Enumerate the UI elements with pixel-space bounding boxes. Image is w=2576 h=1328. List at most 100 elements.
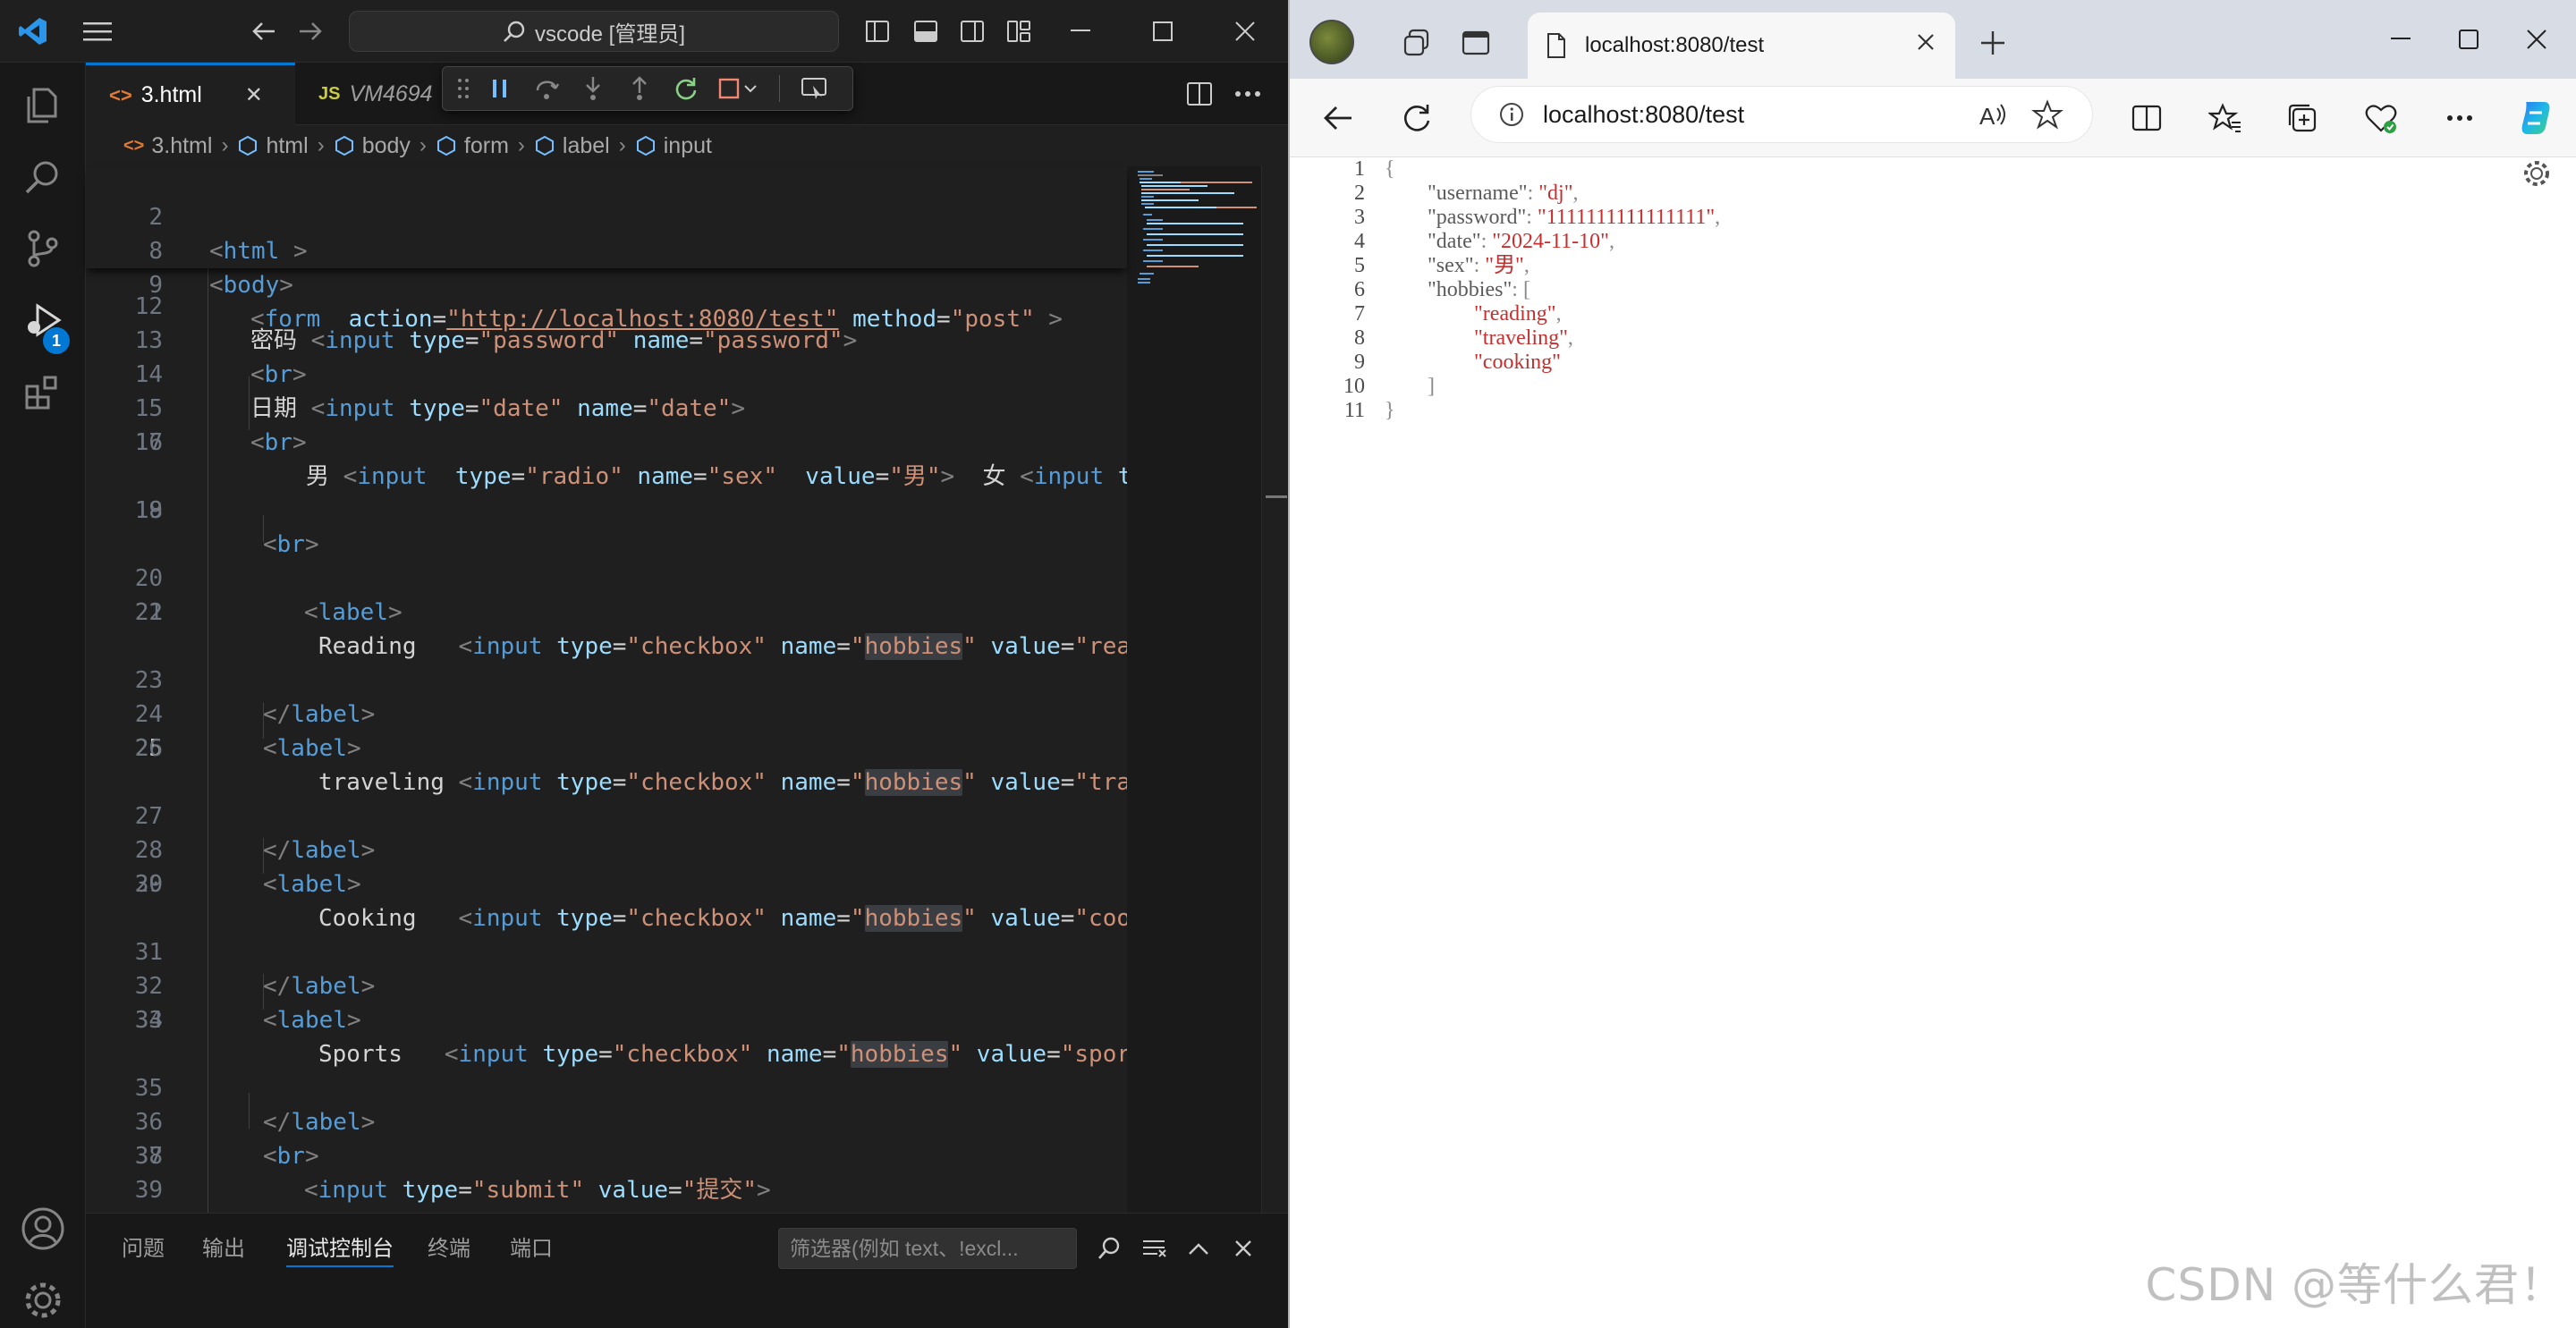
maximize-icon[interactable] — [1122, 0, 1204, 63]
back-arrow-icon[interactable] — [243, 11, 284, 52]
split-editor-icon[interactable] — [1179, 73, 1220, 114]
code-line: 27 </label> — [134, 803, 376, 864]
tab-actions-icon[interactable] — [1449, 16, 1503, 70]
command-center[interactable]: vscode [管理员] — [349, 11, 839, 52]
collections-icon[interactable] — [2275, 79, 2329, 157]
browser-essentials-icon[interactable] — [2354, 79, 2408, 157]
breadcrumb-item-file[interactable]: <> 3.html — [123, 133, 212, 159]
code-line: 20 <label> — [134, 565, 402, 626]
close-window-icon[interactable] — [2503, 0, 2571, 79]
step-into-icon[interactable] — [570, 66, 616, 111]
close-tab-icon[interactable] — [1916, 32, 1936, 52]
menu-icon[interactable] — [77, 11, 118, 52]
activity-bar: 1 — [0, 63, 86, 1328]
toggle-panel-icon[interactable] — [907, 11, 945, 52]
search-icon — [503, 20, 526, 43]
json-line: 4 "date": "2024-11-10", — [1354, 230, 1614, 253]
element-icon — [335, 135, 353, 156]
code-line: 34 — [134, 1007, 163, 1034]
page-icon — [1546, 32, 1567, 59]
back-arrow-icon[interactable] — [1311, 79, 1365, 157]
restart-icon[interactable] — [663, 66, 709, 111]
tab-output[interactable]: 输出 — [202, 1231, 245, 1267]
profile-avatar[interactable] — [1309, 20, 1354, 64]
stop-icon[interactable] — [709, 66, 768, 111]
toggle-secondary-sidebar-icon[interactable] — [953, 11, 991, 52]
info-icon[interactable] — [1498, 101, 1525, 128]
copilot-icon[interactable] — [2510, 79, 2563, 157]
refresh-icon[interactable] — [1390, 79, 1444, 157]
element-icon — [535, 135, 554, 156]
code-line-current: 25 traveling <input type="checkbox" name… — [134, 735, 1127, 796]
inspect-icon[interactable] — [791, 66, 837, 111]
vscode-window: vscode [管理员] 1 <> 3.html ✕ JS VM4694 <> … — [0, 0, 1288, 1328]
drag-handle-icon[interactable] — [450, 66, 477, 111]
clear-console-icon[interactable] — [1136, 1228, 1172, 1269]
minimap[interactable] — [1127, 166, 1261, 1213]
tab-3-html[interactable]: <> 3.html ✕ — [86, 63, 295, 125]
settings-gear-icon[interactable] — [2521, 157, 2556, 193]
address-bar[interactable]: localhost:8080/test A — [1470, 86, 2093, 143]
tab-label: VM4694 — [349, 80, 433, 106]
json-line: 9 "cooking" — [1354, 351, 1561, 374]
customize-layout-icon[interactable] — [1000, 11, 1038, 52]
svg-text:A: A — [1979, 103, 1996, 130]
element-icon — [636, 135, 655, 156]
json-line: 1{ — [1354, 157, 1395, 181]
minimize-icon[interactable] — [1039, 0, 1122, 63]
editor-scrollbar[interactable] — [1261, 166, 1288, 1213]
debug-console-filter-input[interactable]: 筛选器(例如 text、!excl... — [778, 1228, 1077, 1269]
search-icon[interactable] — [1091, 1228, 1127, 1269]
breadcrumb-item-label[interactable]: label — [534, 133, 610, 159]
json-line: 2 "username": "dj", — [1354, 182, 1579, 205]
settings-gear-icon[interactable] — [0, 1257, 86, 1328]
toggle-sidebar-icon[interactable] — [859, 11, 896, 52]
breadcrumb-item-body[interactable]: body — [334, 133, 411, 159]
tab-vm4694[interactable]: JS VM4694 — [295, 63, 447, 125]
tab-debug-console[interactable]: 调试控制台 — [286, 1231, 394, 1267]
code-line: 33 Sports <input type="checkbox" name="h… — [134, 1007, 1127, 1068]
html-file-icon: <> — [109, 83, 132, 106]
browser-tab-title: localhost:8080/test — [1585, 33, 1765, 57]
sticky-scroll[interactable]: 2 <html > 8 <body> 9 <form action="http:… — [86, 166, 1127, 333]
json-line: 5 "sex": "男", — [1354, 254, 1530, 277]
element-icon — [436, 135, 455, 156]
maximize-icon[interactable] — [2435, 0, 2503, 79]
json-line: 3 "password": "1111111111111111", — [1354, 206, 1721, 229]
favorite-star-icon[interactable] — [2031, 99, 2063, 131]
tab-close-icon[interactable]: ✕ — [245, 82, 263, 108]
tab-problems[interactable]: 问题 — [122, 1231, 165, 1267]
tab-terminal[interactable]: 终端 — [428, 1231, 470, 1267]
breadcrumb: <> 3.html › html › body › form › label › … — [123, 132, 712, 159]
json-line: 10] — [1343, 375, 1435, 398]
close-window-icon[interactable] — [1204, 0, 1286, 63]
more-actions-icon[interactable] — [1227, 73, 1268, 114]
browser-tab-active[interactable]: localhost:8080/test — [1528, 13, 1955, 79]
new-tab-icon[interactable] — [1966, 16, 2020, 70]
close-panel-icon[interactable] — [1225, 1228, 1261, 1269]
favorites-icon[interactable] — [2199, 79, 2252, 157]
extensions-icon[interactable] — [0, 349, 86, 435]
maximize-panel-icon[interactable] — [1181, 1228, 1216, 1269]
breadcrumb-item-form[interactable]: form — [436, 133, 509, 159]
sticky-line[interactable]: 8 <body> — [86, 200, 1127, 299]
breadcrumb-item-input[interactable]: input — [635, 133, 712, 159]
step-out-icon[interactable] — [616, 66, 663, 111]
breadcrumb-item-html[interactable]: html — [237, 133, 309, 159]
code-line: 36 <br> — [134, 1109, 319, 1170]
json-line: 11} — [1343, 399, 1395, 422]
tab-ports[interactable]: 端口 — [510, 1231, 553, 1267]
code-line: 19 — [134, 497, 163, 524]
split-screen-icon[interactable] — [2120, 79, 2174, 157]
sticky-line[interactable]: 2 <html > — [86, 166, 1127, 265]
step-over-icon[interactable] — [523, 66, 570, 111]
more-options-icon[interactable] — [2433, 79, 2487, 157]
minimize-icon[interactable] — [2367, 0, 2435, 79]
read-aloud-icon[interactable]: A — [1978, 99, 2010, 131]
code-line: 30 — [134, 871, 163, 898]
code-line: 28 <label> — [134, 837, 361, 898]
pause-icon[interactable] — [477, 66, 523, 111]
workspaces-icon[interactable] — [1390, 16, 1444, 70]
forward-arrow-icon[interactable] — [290, 11, 331, 52]
sticky-line[interactable]: 9 <form action="http://localhost:8080/te… — [86, 234, 1127, 333]
